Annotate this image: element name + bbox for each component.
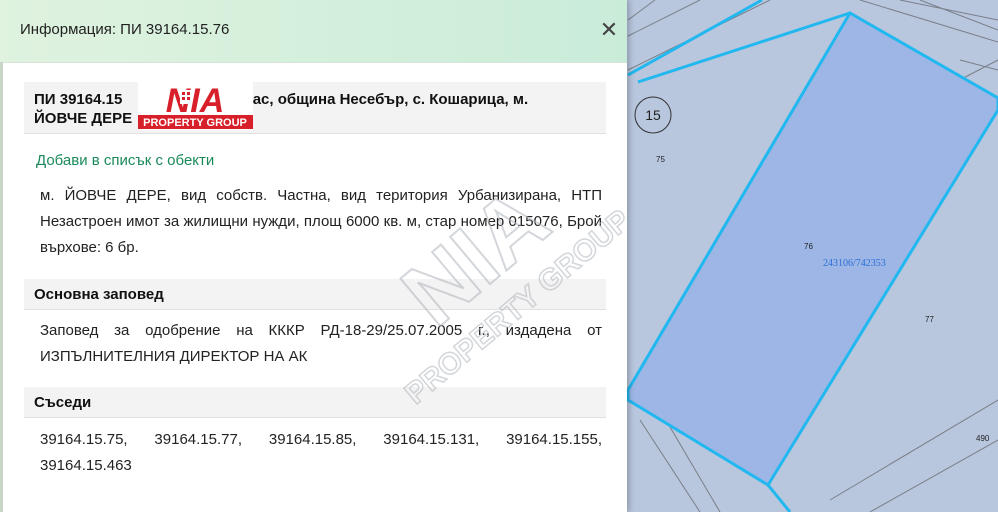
map-label-75: 75 — [656, 155, 665, 164]
neighbors-heading: Съседи — [24, 387, 606, 418]
logo-icon: NIA PROPERTY GROUP — [138, 82, 253, 130]
map-label-77: 77 — [925, 315, 934, 324]
info-panel: Информация: ПИ 39164.15.76 ✕ ПИ 39164.15… — [0, 0, 627, 512]
svg-text:PROPERTY GROUP: PROPERTY GROUP — [143, 117, 247, 129]
map-label-coords: 243106/742353 — [823, 258, 886, 269]
neighbors-text: 39164.15.75, 39164.15.77, 39164.15.85, 3… — [40, 431, 602, 474]
order-text: Заповед за одобрение на КККР РД-18-29/25… — [40, 322, 602, 365]
panel-header: Информация: ПИ 39164.15.76 ✕ — [0, 0, 627, 63]
close-icon[interactable]: ✕ — [598, 18, 620, 42]
parcel-heading-start: ПИ 39164.15 — [34, 91, 123, 108]
map-label-490: 490 — [976, 434, 990, 443]
parcel-heading: ПИ 39164.15 ргас, община Несебър, с. Коша… — [24, 82, 606, 134]
parcel-description: м. ЙОВЧЕ ДЕРЕ, вид собств. Частна, вид т… — [40, 187, 602, 256]
panel-border — [0, 62, 3, 512]
map-label-76: 76 — [804, 242, 813, 251]
parcel-heading-line2: ЙОВЧЕ ДЕРЕ — [34, 110, 133, 127]
svg-text:NIA: NIA — [166, 82, 225, 120]
parcel-heading-end: ргас, община Несебър, с. Кошарица, м. — [237, 91, 529, 108]
order-heading: Основна заповед — [24, 279, 606, 310]
panel-title: Информация: ПИ 39164.15.76 — [20, 21, 230, 38]
add-to-list-link[interactable]: Добави в списък с обекти — [36, 152, 214, 169]
map-badge: 15 — [645, 107, 661, 123]
